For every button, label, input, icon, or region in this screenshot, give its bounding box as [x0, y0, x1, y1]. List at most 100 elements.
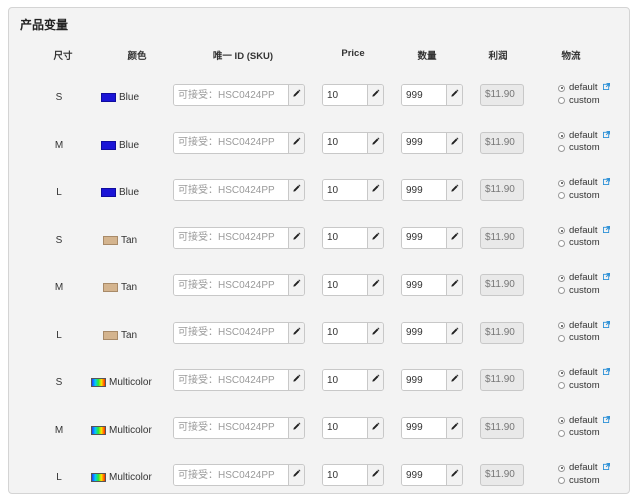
shipping-default-radio[interactable]: [558, 84, 565, 92]
shipping-default-option[interactable]: default: [558, 272, 610, 285]
price-edit-button[interactable]: [367, 465, 383, 485]
qty-edit-button[interactable]: [446, 85, 462, 105]
shipping-custom-radio[interactable]: [558, 192, 565, 200]
shipping-custom-radio[interactable]: [558, 144, 565, 152]
shipping-default-radio[interactable]: [558, 132, 565, 140]
sku-edit-button[interactable]: [288, 227, 304, 248]
qty-edit-button[interactable]: [446, 370, 462, 390]
price-edit-button[interactable]: [367, 275, 383, 295]
sku-input[interactable]: [174, 275, 288, 295]
sku-edit-button[interactable]: [288, 275, 304, 295]
shipping-custom-radio[interactable]: [558, 382, 565, 390]
price-edit-button[interactable]: [367, 132, 383, 153]
shipping-default-option[interactable]: default: [558, 320, 610, 333]
shipping-default-radio[interactable]: [558, 322, 565, 330]
qty-edit-button[interactable]: [446, 275, 462, 295]
shipping-custom-radio[interactable]: [558, 97, 565, 105]
qty-input[interactable]: [402, 275, 446, 295]
price-edit-button[interactable]: [367, 85, 383, 105]
price-input[interactable]: [323, 275, 367, 295]
shipping-custom-option[interactable]: custom: [558, 285, 610, 298]
color-swatch: [103, 283, 118, 292]
shipping-custom-radio[interactable]: [558, 429, 565, 437]
sku-input[interactable]: [174, 227, 288, 248]
price-input[interactable]: [323, 465, 367, 485]
qty-edit-button[interactable]: [446, 322, 462, 343]
qty-input[interactable]: [402, 370, 446, 390]
sku-input[interactable]: [174, 370, 288, 390]
price-edit-button[interactable]: [367, 227, 383, 248]
shipping-default-option[interactable]: default: [558, 130, 610, 143]
qty-edit-button[interactable]: [446, 417, 462, 438]
qty-edit-button[interactable]: [446, 465, 462, 485]
shipping-custom-option[interactable]: custom: [558, 332, 610, 345]
external-link-icon[interactable]: [602, 462, 610, 475]
external-link-icon[interactable]: [602, 272, 610, 285]
shipping-default-radio[interactable]: [558, 417, 565, 425]
external-link-icon[interactable]: [602, 320, 610, 333]
external-link-icon[interactable]: [602, 130, 610, 143]
shipping-default-radio[interactable]: [558, 464, 565, 472]
price-input[interactable]: [323, 322, 367, 343]
qty-input[interactable]: [402, 180, 446, 200]
price-edit-button[interactable]: [367, 322, 383, 343]
sku-input[interactable]: [174, 465, 288, 485]
shipping-default-radio[interactable]: [558, 274, 565, 282]
price-input[interactable]: [323, 85, 367, 105]
shipping-custom-option[interactable]: custom: [558, 380, 610, 393]
qty-edit-button[interactable]: [446, 227, 462, 248]
shipping-custom-radio[interactable]: [558, 239, 565, 247]
shipping-default-option[interactable]: default: [558, 462, 610, 475]
shipping-custom-option[interactable]: custom: [558, 95, 610, 108]
external-link-icon[interactable]: [602, 367, 610, 380]
shipping-default-radio[interactable]: [558, 179, 565, 187]
price-input[interactable]: [323, 370, 367, 390]
qty-edit-button[interactable]: [446, 132, 462, 153]
external-link-icon[interactable]: [602, 82, 610, 95]
shipping-default-option[interactable]: default: [558, 177, 610, 190]
sku-edit-button[interactable]: [288, 322, 304, 343]
shipping-custom-option[interactable]: custom: [558, 190, 610, 203]
sku-input[interactable]: [174, 85, 288, 105]
qty-input[interactable]: [402, 85, 446, 105]
external-link-icon[interactable]: [602, 177, 610, 190]
shipping-custom-option[interactable]: custom: [558, 427, 610, 440]
price-input[interactable]: [323, 132, 367, 153]
shipping-default-option[interactable]: default: [558, 225, 610, 238]
sku-input[interactable]: [174, 322, 288, 343]
shipping-custom-radio[interactable]: [558, 287, 565, 295]
qty-input[interactable]: [402, 227, 446, 248]
shipping-default-option[interactable]: default: [558, 367, 610, 380]
sku-edit-button[interactable]: [288, 132, 304, 153]
sku-edit-button[interactable]: [288, 417, 304, 438]
external-link-icon[interactable]: [602, 415, 610, 428]
shipping-default-radio[interactable]: [558, 227, 565, 235]
shipping-custom-option[interactable]: custom: [558, 475, 610, 488]
sku-input[interactable]: [174, 417, 288, 438]
shipping-default-radio[interactable]: [558, 369, 565, 377]
sku-input[interactable]: [174, 132, 288, 153]
shipping-default-option[interactable]: default: [558, 415, 610, 428]
sku-edit-button[interactable]: [288, 370, 304, 390]
qty-input[interactable]: [402, 465, 446, 485]
qty-edit-button[interactable]: [446, 180, 462, 200]
shipping-custom-option[interactable]: custom: [558, 237, 610, 250]
sku-edit-button[interactable]: [288, 85, 304, 105]
sku-input[interactable]: [174, 180, 288, 200]
sku-edit-button[interactable]: [288, 465, 304, 485]
price-input[interactable]: [323, 417, 367, 438]
price-input[interactable]: [323, 180, 367, 200]
qty-input[interactable]: [402, 417, 446, 438]
price-edit-button[interactable]: [367, 417, 383, 438]
shipping-custom-option[interactable]: custom: [558, 142, 610, 155]
price-input[interactable]: [323, 227, 367, 248]
shipping-custom-radio[interactable]: [558, 477, 565, 485]
shipping-default-option[interactable]: default: [558, 82, 610, 95]
qty-input[interactable]: [402, 322, 446, 343]
sku-edit-button[interactable]: [288, 180, 304, 200]
external-link-icon[interactable]: [602, 225, 610, 238]
shipping-custom-radio[interactable]: [558, 334, 565, 342]
price-edit-button[interactable]: [367, 180, 383, 200]
qty-input[interactable]: [402, 132, 446, 153]
price-edit-button[interactable]: [367, 370, 383, 390]
